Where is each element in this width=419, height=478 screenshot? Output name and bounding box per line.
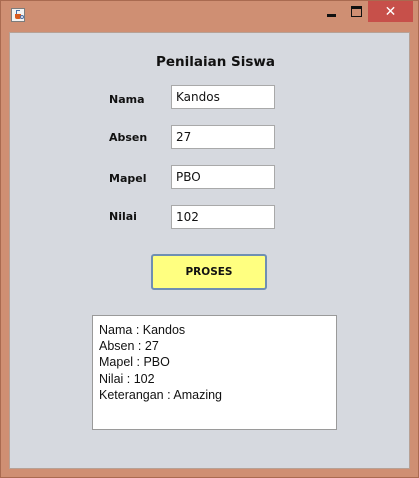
mapel-label: Mapel [109,172,147,185]
form-panel: Penilaian Siswa Nama Absen Mapel Nilai P… [9,32,410,469]
result-line-nama: Nama : Kandos [99,323,186,337]
nama-input[interactable] [171,85,275,109]
title-bar[interactable]: ✕ [1,1,418,31]
minimize-icon [326,14,336,17]
close-button[interactable]: ✕ [368,1,413,22]
app-window: ✕ Penilaian Siswa Nama Absen Mapel Nilai… [0,0,419,478]
mapel-input[interactable] [171,165,275,189]
form-title: Penilaian Siswa [155,54,276,70]
result-line-nilai: Nilai : 102 [99,371,155,386]
result-textarea[interactable]: Nama : Kandos Absen : 27 Mapel : PBO Nil… [92,315,337,430]
nilai-input[interactable] [171,205,275,229]
maximize-icon [350,6,362,17]
java-cup-icon [11,8,25,22]
absen-input[interactable] [171,125,275,149]
close-icon: ✕ [384,3,397,20]
proses-button[interactable]: PROSES [151,254,267,290]
nilai-label: Nilai [109,210,137,223]
absen-label: Absen [109,131,148,144]
minimize-button[interactable] [318,1,344,22]
result-line-keterangan: Keterangan : Amazing [99,387,222,402]
result-line-absen: Absen : 27 [99,339,159,354]
maximize-button[interactable] [343,1,369,22]
result-line-mapel: Mapel : PBO [99,355,170,370]
nama-label: Nama [109,93,145,106]
